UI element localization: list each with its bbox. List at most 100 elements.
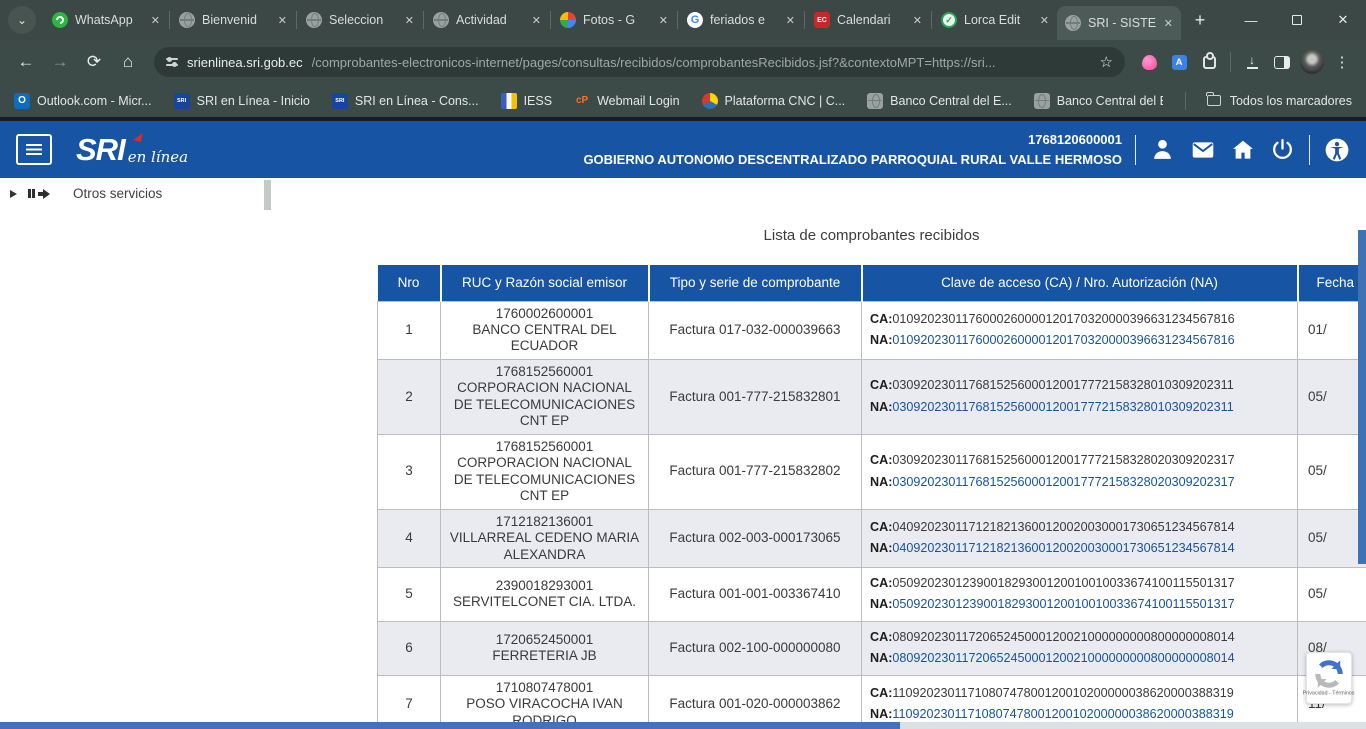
- table-row: 21768152560001CORPORACION NACIONAL DE TE…: [378, 359, 1366, 434]
- address-bar[interactable]: srienlinea.sri.gob.ec/comprobantes-elect…: [154, 47, 1125, 77]
- na-link[interactable]: 0309202301176815256000120017772158328010…: [892, 400, 1233, 414]
- tab-label: Bienvenid: [202, 13, 271, 27]
- tab-label: Fotos - G: [583, 13, 652, 27]
- forward-icon[interactable]: →: [44, 52, 76, 72]
- tab-label: WhatsApp: [75, 13, 144, 27]
- tab-close-icon[interactable]: ✕: [278, 14, 287, 27]
- extension-pink-icon[interactable]: [1135, 55, 1163, 70]
- bookmarks-bar: Outlook.com - Micr... SRI en Línea - Inic…: [0, 84, 1366, 117]
- tab-label: feriados e: [710, 13, 779, 27]
- browser-tab[interactable]: Actividad✕: [425, 0, 549, 40]
- reload-icon[interactable]: ⟳: [78, 52, 110, 72]
- cell-nro: 1: [378, 301, 441, 359]
- bookmark-star-icon[interactable]: ☆: [1100, 53, 1113, 71]
- na-link[interactable]: 0109202301176000260000120170320000396631…: [892, 333, 1234, 347]
- column-header: Nro: [378, 265, 441, 301]
- bookmark-label: Plataforma CNC | C...: [725, 94, 846, 108]
- sri-icon: [174, 93, 190, 109]
- cell-tipo: Factura 002-003-000173065: [649, 509, 862, 567]
- tab-close-icon[interactable]: ✕: [659, 14, 668, 27]
- home-icon[interactable]: ⌂: [112, 52, 144, 72]
- na-link[interactable]: 0409202301171218213600120020030001730651…: [892, 541, 1234, 555]
- sri-logo[interactable]: SRI en línea: [76, 134, 188, 165]
- bookmark-item[interactable]: Plataforma CNC | C...: [702, 93, 846, 109]
- tab-close-icon[interactable]: ✕: [786, 14, 795, 27]
- na-link[interactable]: 0309202301176815256000120017772158328020…: [892, 475, 1234, 489]
- tab-close-icon[interactable]: ✕: [1040, 14, 1049, 27]
- expander-triangle-icon[interactable]: [10, 190, 17, 198]
- tab-close-icon[interactable]: ✕: [532, 14, 541, 27]
- bookmarks-container: Outlook.com - Micr... SRI en Línea - Inic…: [14, 93, 1163, 109]
- mail-icon[interactable]: [1189, 137, 1216, 163]
- profile-avatar[interactable]: [1298, 50, 1326, 74]
- recaptcha-terms-label[interactable]: Privacidad - Términos: [1303, 691, 1355, 697]
- cell-fecha: 05/: [1298, 434, 1366, 509]
- translate-icon[interactable]: [1165, 55, 1193, 70]
- cell-emisor: 1720652450001FERRETERIA JB: [441, 621, 649, 675]
- browser-tab[interactable]: SRI - SISTE✕: [1057, 6, 1181, 40]
- tab-close-icon[interactable]: ✕: [405, 14, 414, 27]
- column-header: RUC y Razón social emisor: [441, 265, 649, 301]
- tab-close-icon[interactable]: ✕: [1164, 17, 1173, 30]
- fast-forward-icon: [28, 189, 50, 199]
- browser-tab[interactable]: Fotos - G ✕: [552, 0, 676, 40]
- maximize-button[interactable]: [1274, 0, 1320, 40]
- all-bookmarks[interactable]: Todos los marcadores: [1185, 92, 1352, 110]
- horizontal-scrollbar-thumb[interactable]: [0, 722, 900, 729]
- cell-nro: 7: [378, 675, 441, 722]
- tab-close-icon[interactable]: ✕: [151, 14, 160, 27]
- bookmark-item[interactable]: Banco Central del E...: [867, 93, 1012, 109]
- user-icon[interactable]: [1149, 137, 1176, 163]
- cell-tipo: Factura 002-100-000000080: [649, 621, 862, 675]
- menu-hamburger-icon[interactable]: [16, 134, 52, 165]
- cell-tipo: Factura 001-777-215832802: [649, 434, 862, 509]
- bookmark-item[interactable]: SRI en Línea - Cons...: [332, 93, 479, 109]
- table-row: 71710807478001POSO VIRACOCHA IVAN RODRIG…: [378, 675, 1366, 722]
- logout-power-icon[interactable]: [1269, 137, 1296, 163]
- outlook-icon: [14, 93, 30, 109]
- bookmark-item[interactable]: Banco Central del E...: [1034, 93, 1163, 109]
- sidebar-item-otros-servicios[interactable]: Otros servicios: [10, 186, 162, 201]
- browser-tab[interactable]: Bienvenid ✕: [171, 0, 295, 40]
- site-settings-icon[interactable]: [166, 58, 178, 66]
- browser-tab[interactable]: Calendari✕: [806, 0, 930, 40]
- recaptcha-badge[interactable]: Privacidad - Términos: [1306, 652, 1352, 704]
- downloads-icon[interactable]: ↓: [1238, 55, 1266, 69]
- table-row: 41712182136001VILLARREAL CEDENO MARIA AL…: [378, 509, 1366, 567]
- menu-kebab-icon[interactable]: ⋮: [1328, 53, 1356, 71]
- browser-tab[interactable]: WhatsApp ✕: [44, 0, 168, 40]
- accessibility-icon[interactable]: [1323, 137, 1350, 163]
- extensions-icon[interactable]: [1195, 56, 1223, 69]
- cell-fecha: 01/: [1298, 301, 1366, 359]
- tab-separator: [931, 11, 932, 29]
- bookmark-label: Outlook.com - Micr...: [37, 94, 152, 108]
- na-link[interactable]: 0509202301239001829300120010010033674100…: [892, 597, 1234, 611]
- cell-nro: 3: [378, 434, 441, 509]
- na-link[interactable]: 1109202301171080747800120010200000038620…: [892, 707, 1233, 721]
- close-button[interactable]: ✕: [1320, 0, 1366, 40]
- home-button-icon[interactable]: [1229, 137, 1256, 163]
- cell-clave: CA:0309202301176815256000120017772158328…: [862, 434, 1298, 509]
- tab-close-icon[interactable]: ✕: [913, 14, 922, 27]
- globe-icon: [433, 12, 449, 28]
- taxpayer-ruc: 1768120600001: [583, 130, 1122, 150]
- cell-tipo: Factura 017-032-000039663: [649, 301, 862, 359]
- minimize-button[interactable]: —: [1228, 0, 1274, 40]
- back-icon[interactable]: ←: [10, 52, 42, 72]
- bookmark-item[interactable]: Webmail Login: [574, 93, 679, 109]
- horizontal-scrollbar[interactable]: [0, 722, 1366, 729]
- browser-tab[interactable]: Seleccion✕: [298, 0, 422, 40]
- na-link[interactable]: 0809202301172065245000120021000000000800…: [892, 651, 1234, 665]
- sri-logo-subtext: en línea: [128, 148, 188, 166]
- new-tab-button[interactable]: +: [1185, 5, 1215, 35]
- bookmark-item[interactable]: IESS: [501, 93, 553, 109]
- bookmark-item[interactable]: SRI en Línea - Inicio: [174, 93, 310, 109]
- browser-tab[interactable]: Lorca Edit✕: [933, 0, 1057, 40]
- tab-separator: [169, 11, 170, 29]
- bookmark-item[interactable]: Outlook.com - Micr...: [14, 93, 152, 109]
- side-panel-icon[interactable]: [1268, 56, 1296, 69]
- vertical-scrollbar-thumb[interactable]: [1358, 230, 1366, 564]
- tab-search-chevron-icon[interactable]: ⌄: [8, 6, 36, 34]
- sidebar-scrollbar[interactable]: [264, 180, 271, 210]
- browser-tab[interactable]: feriados e ✕: [679, 0, 803, 40]
